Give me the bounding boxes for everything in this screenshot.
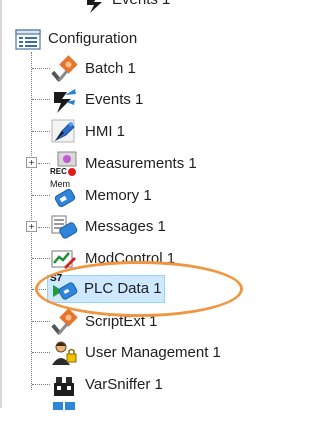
scriptext-icon <box>50 308 78 336</box>
tree-item-memory[interactable]: Mem Memory 1 <box>50 179 152 210</box>
tree-item-label: Events 1 <box>85 91 144 108</box>
tree-connector <box>38 163 50 164</box>
tree-item-label: Memory 1 <box>85 187 152 204</box>
events-icon <box>50 86 78 114</box>
tree-item-plc-data[interactable]: S7 PLC Data 1 <box>47 273 165 303</box>
memory-icon: Mem <box>50 179 78 210</box>
tree-item-configuration[interactable]: Configuration <box>14 25 137 53</box>
tree-connector <box>32 384 50 385</box>
tree-connector <box>32 195 50 196</box>
tree-item-label: Measurements 1 <box>85 155 197 172</box>
memory-icon-text: Mem <box>50 179 70 189</box>
tree-item-label: ModControl 1 <box>85 250 176 267</box>
tree-item-events[interactable]: Events 1 <box>50 86 143 114</box>
tree-connector <box>32 258 50 259</box>
tree-connector <box>32 131 50 132</box>
modcontrol-icon <box>50 245 78 273</box>
tree-item-hmi[interactable]: HMI 1 <box>50 118 125 146</box>
measurements-icon-text: REC <box>50 167 67 176</box>
tree-item-label: ScriptExt 1 <box>85 313 158 330</box>
measurements-icon: REC <box>50 150 78 178</box>
tree-item-label: User Management 1 <box>85 344 221 361</box>
hmi-icon <box>50 118 78 146</box>
tree-connector <box>32 68 50 69</box>
tree-item-label: Configuration <box>48 30 138 47</box>
tree-item-label: Batch 1 <box>85 60 136 77</box>
windows-icon <box>50 400 78 428</box>
configuration-tree: Events 1 Configuration <box>0 0 243 410</box>
tree-item-scriptext[interactable]: ScriptExt 1 <box>50 308 158 336</box>
messages-icon <box>50 213 78 241</box>
batch-icon <box>50 55 78 83</box>
tree-item-label: PLC Data 1 <box>84 280 162 297</box>
events-icon <box>84 0 108 14</box>
plc-data-icon: S7 <box>50 273 78 303</box>
tree-item-label: Messages 1 <box>85 218 166 235</box>
tree-connector <box>32 352 50 353</box>
plc-data-icon-text: S7 <box>50 273 63 284</box>
tree-connector <box>32 321 50 322</box>
tree-item-varsniffer[interactable]: VarSniffer 1 <box>50 371 163 399</box>
expand-toggle-messages[interactable]: + <box>26 221 37 233</box>
tree-connector <box>32 99 50 100</box>
tree-item-label: HMI 1 <box>85 123 126 140</box>
tree-item-measurements[interactable]: REC Measurements 1 <box>50 150 197 178</box>
tree-item-label: Events 1 <box>112 0 170 9</box>
tree-item-label: VarSniffer 1 <box>85 376 163 393</box>
user-management-icon <box>50 339 78 367</box>
varsniffer-icon <box>50 371 78 399</box>
tree-item-user-management[interactable]: User Management 1 <box>50 339 221 367</box>
tree-item-modcontrol[interactable]: ModControl 1 <box>50 245 175 273</box>
expand-toggle-measurements[interactable]: + <box>26 157 37 169</box>
configuration-icon <box>14 25 42 53</box>
tree-item-events-top[interactable]: Events 1 <box>84 0 170 14</box>
tree-item-partial-bottom[interactable] <box>50 400 78 428</box>
tree-item-batch[interactable]: Batch 1 <box>50 55 136 83</box>
tree-connector <box>38 227 50 228</box>
tree-item-messages[interactable]: Messages 1 <box>50 213 166 241</box>
panel-left-border <box>0 0 2 408</box>
